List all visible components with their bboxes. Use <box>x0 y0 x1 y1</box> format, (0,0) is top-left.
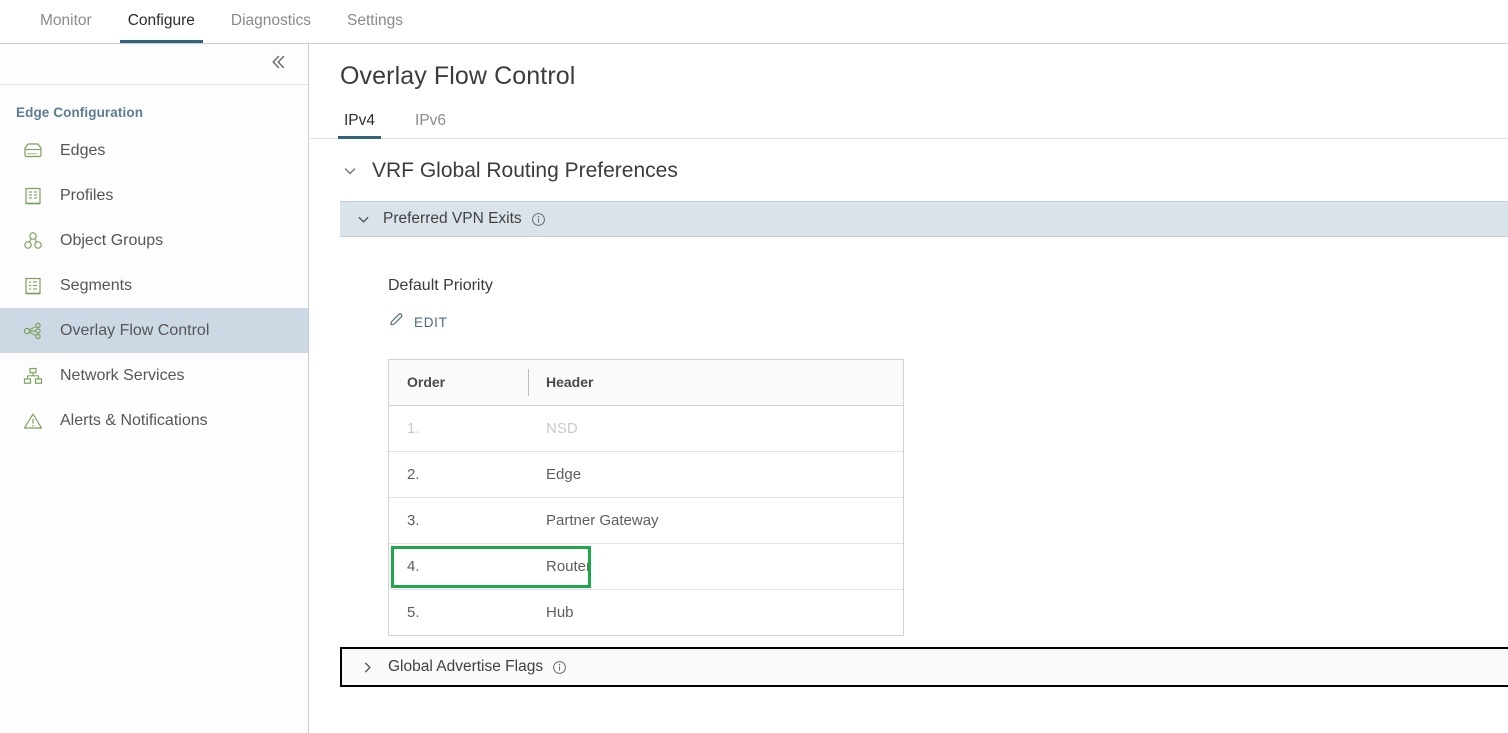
default-priority-table: Order Header 1. NSD 2. Edge 3. Partner G… <box>388 359 904 636</box>
sidebar-collapse-bar <box>0 44 308 85</box>
tab-configure-label: Configure <box>127 12 195 29</box>
sidebar-item-edges-label: Edges <box>60 141 106 159</box>
tab-ipv6[interactable]: IPv6 <box>411 112 450 138</box>
vrf-section-title-label: VRF Global Routing Preferences <box>372 159 678 182</box>
sidebar-item-segments-label: Segments <box>60 276 133 294</box>
page-title: Overlay Flow Control <box>340 62 576 90</box>
tab-monitor-label: Monitor <box>40 12 92 29</box>
main-content: Overlay Flow Control IPv4 IPv6 VRF Globa… <box>310 44 1508 733</box>
cell-order: 3. <box>389 497 528 544</box>
sidebar-item-overlay-flow-control[interactable]: Overlay Flow Control <box>0 308 308 353</box>
segments-document-icon <box>20 275 46 297</box>
sidebar: Edge Configuration Edges Profiles Object… <box>0 44 309 733</box>
sidebar-item-alerts-notifications-label: Alerts & Notifications <box>60 411 208 429</box>
sidebar-item-segments[interactable]: Segments <box>0 263 308 308</box>
chevron-double-left-icon <box>267 52 287 77</box>
cell-header: NSD <box>528 405 903 452</box>
column-header-order: Order <box>389 360 528 406</box>
global-advertise-flags-header[interactable]: Global Advertise Flags <box>340 647 1508 687</box>
chevron-right-icon <box>360 660 375 675</box>
table-row[interactable]: 4. Router <box>389 543 903 590</box>
table-row[interactable]: 5. Hub <box>389 589 903 635</box>
share-nodes-icon <box>20 320 46 342</box>
sidebar-item-overlay-flow-control-label: Overlay Flow Control <box>60 321 210 339</box>
global-advertise-flags-label: Global Advertise Flags <box>388 658 544 675</box>
table-header-row: Order Header <box>389 360 903 406</box>
sidebar-item-object-groups[interactable]: Object Groups <box>0 218 308 263</box>
cell-header: Hub <box>528 589 903 635</box>
edge-device-icon <box>20 140 46 162</box>
sidebar-heading: Edge Configuration <box>16 105 144 120</box>
table-row[interactable]: 2. Edge <box>389 451 903 498</box>
tab-ipv6-label: IPv6 <box>415 112 447 129</box>
sidebar-collapse-button[interactable] <box>264 51 290 77</box>
sidebar-item-profiles-label: Profiles <box>60 186 114 204</box>
cell-order: 1. <box>389 405 528 452</box>
sidebar-item-profiles[interactable]: Profiles <box>0 173 308 218</box>
default-priority-label: Default Priority <box>388 277 493 294</box>
chevron-down-icon <box>356 212 371 227</box>
tab-configure[interactable]: Configure <box>110 0 213 43</box>
object-groups-icon <box>20 230 46 252</box>
cell-order: 2. <box>389 451 528 498</box>
preferred-vpn-exits-header[interactable]: Preferred VPN Exits <box>340 201 1508 237</box>
sidebar-item-object-groups-label: Object Groups <box>60 231 164 249</box>
tab-ipv4-label: IPv4 <box>344 112 376 129</box>
preferred-vpn-exits-body: Default Priority EDIT Order Header 1. NS… <box>340 237 1508 647</box>
pencil-icon <box>388 311 405 333</box>
column-header-header: Header <box>528 360 903 406</box>
sidebar-item-network-services[interactable]: Network Services <box>0 353 308 398</box>
cell-order: 4. <box>389 543 528 590</box>
tab-monitor[interactable]: Monitor <box>22 0 110 43</box>
cell-order: 5. <box>389 589 528 635</box>
cell-header: Partner Gateway <box>528 497 903 544</box>
sidebar-item-network-services-label: Network Services <box>60 366 185 384</box>
tab-diagnostics-label: Diagnostics <box>230 12 312 29</box>
edit-button-label: EDIT <box>414 314 448 330</box>
info-circle-icon[interactable] <box>531 212 546 227</box>
profile-document-icon <box>20 185 46 207</box>
top-navigation-bar: Monitor Configure Diagnostics Settings <box>0 0 1508 44</box>
tab-ipv4[interactable]: IPv4 <box>337 112 382 139</box>
sidebar-item-edges[interactable]: Edges <box>0 128 308 173</box>
edit-button[interactable]: EDIT <box>388 311 448 333</box>
preferred-vpn-exits-label: Preferred VPN Exits <box>383 210 522 227</box>
vrf-global-routing-preferences-section[interactable]: VRF Global Routing Preferences <box>310 139 1508 183</box>
tab-diagnostics[interactable]: Diagnostics <box>213 0 329 43</box>
ip-version-tabs: IPv4 IPv6 <box>310 105 1508 139</box>
table-row[interactable]: 3. Partner Gateway <box>389 497 903 544</box>
alert-triangle-icon <box>20 410 46 432</box>
cell-header: Edge <box>528 451 903 498</box>
cell-header: Router <box>528 543 903 590</box>
table-row[interactable]: 1. NSD <box>389 405 903 452</box>
sidebar-item-alerts-notifications[interactable]: Alerts & Notifications <box>0 398 308 443</box>
network-hierarchy-icon <box>20 365 46 387</box>
tab-settings-label: Settings <box>347 12 404 29</box>
tab-settings[interactable]: Settings <box>329 0 421 43</box>
info-circle-icon[interactable] <box>552 660 567 675</box>
chevron-down-icon <box>342 163 358 179</box>
